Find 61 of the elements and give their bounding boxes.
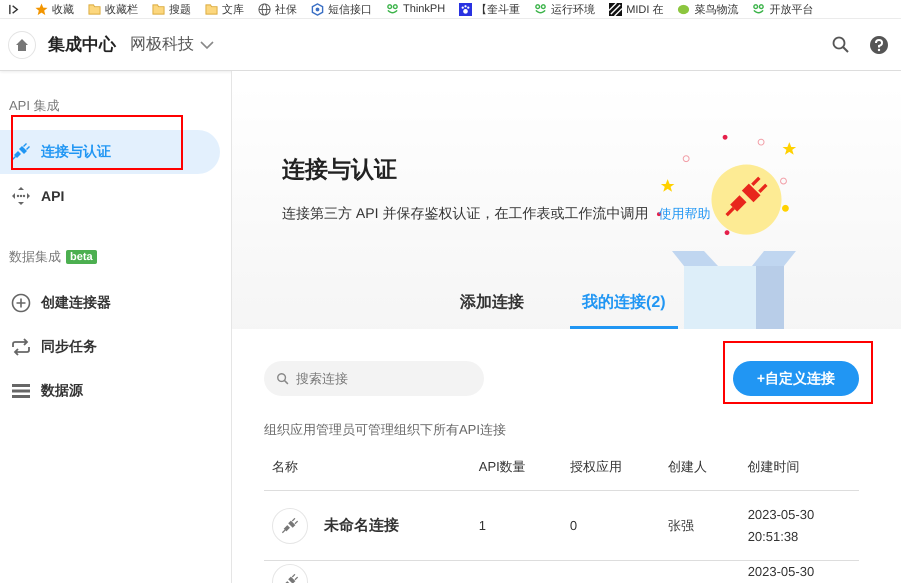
app-title: 集成中心 <box>48 34 116 56</box>
organization-selector[interactable]: 网极科技 <box>130 34 194 55</box>
tab[interactable]: 添加连接 <box>448 292 536 329</box>
help-icon[interactable] <box>869 34 889 54</box>
sync-icon <box>11 337 31 357</box>
section-heading: 数据集成 <box>9 248 61 266</box>
creator-name: 张强 <box>668 518 694 532</box>
column-header: 创建时间 <box>740 444 859 490</box>
bookmark-link[interactable]: 收藏 <box>52 2 74 16</box>
bookmark-link[interactable]: 文库 <box>222 2 244 16</box>
connection-name[interactable]: 未命名连接 <box>324 516 399 535</box>
sidebar-item[interactable]: 同步任务 <box>0 325 220 369</box>
authorized-apps-count: 0 <box>570 518 578 533</box>
bookmark-link[interactable]: 收藏栏 <box>105 2 138 16</box>
bookmark-link[interactable]: MIDI 在 <box>626 2 664 16</box>
striped-square-icon <box>609 2 622 16</box>
bookmark-link[interactable]: ThinkPH <box>403 3 446 15</box>
globe-icon <box>258 2 271 16</box>
sidebar-item[interactable]: 创建连接器 <box>0 281 220 325</box>
bookmark-link[interactable]: 短信接口 <box>328 2 372 16</box>
four-arrows-icon <box>11 186 31 206</box>
bookmark-link[interactable]: 【奎斗重 <box>476 2 520 16</box>
page-title: 连接与认证 <box>282 155 398 184</box>
folder-icon <box>152 2 165 16</box>
frog-icon <box>386 2 399 16</box>
home-button[interactable] <box>8 30 36 58</box>
star-icon <box>35 2 48 16</box>
page-description: 连接第三方 API 并保存鉴权认证，在工作表或工作流中调用 <box>282 205 648 223</box>
api-count: 1 <box>478 518 486 533</box>
search-field[interactable]: 搜索连接 <box>264 361 484 396</box>
bookmark-link[interactable]: 运行环境 <box>551 2 596 16</box>
bookmark-link[interactable]: 菜鸟物流 <box>694 2 738 16</box>
beta-badge: beta <box>66 250 97 264</box>
section-heading: API 集成 <box>9 97 60 115</box>
bookmark-link[interactable]: 搜题 <box>169 2 191 16</box>
bookmark-link[interactable]: 社保 <box>275 2 297 16</box>
created-time: 2023-05-30 20:51:38 <box>748 506 816 546</box>
sidebar-item[interactable]: API <box>0 174 220 218</box>
paw-icon <box>459 2 472 16</box>
hexagon-icon <box>311 2 324 16</box>
folder-icon <box>88 2 101 16</box>
column-header: 名称 <box>264 444 471 490</box>
column-header: 授权应用 <box>562 444 660 490</box>
column-header: 创建人 <box>660 444 740 490</box>
sidebar-toggle-icon <box>8 2 21 16</box>
created-time: 2023-05-30 <box>748 564 816 580</box>
bookmark-link[interactable]: 开放平台 <box>769 2 814 16</box>
add-circle-icon <box>11 293 31 313</box>
frog-icon <box>752 2 766 16</box>
search-icon <box>276 372 290 386</box>
admin-note: 组织应用管理员可管理组织下所有API连接 <box>264 421 507 439</box>
plug-icon <box>11 142 31 162</box>
chevron-down-icon[interactable] <box>200 40 214 50</box>
list-icon <box>11 381 31 401</box>
plug-icon <box>281 516 299 534</box>
sidebar-item[interactable]: 数据源 <box>0 369 220 413</box>
home-icon <box>15 38 29 52</box>
folder-icon <box>205 2 218 16</box>
column-header: API数量 <box>470 444 562 490</box>
frog-icon <box>534 2 548 16</box>
search-icon[interactable] <box>831 34 851 54</box>
